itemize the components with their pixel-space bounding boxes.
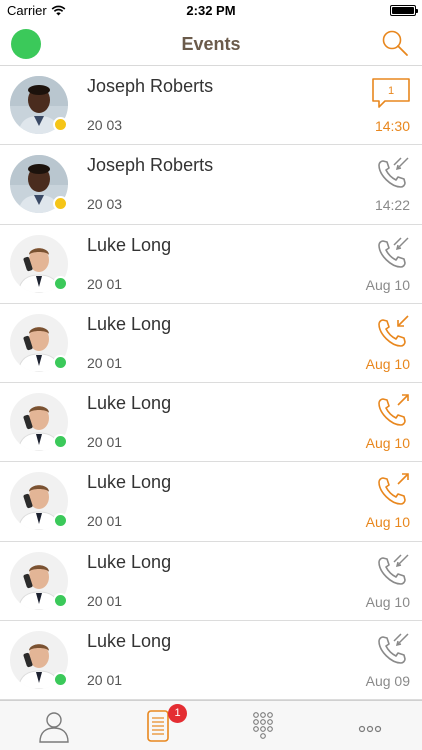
missed-call-icon[interactable] [370, 233, 412, 275]
contact-extension: 20 01 [87, 434, 123, 451]
missed-call-icon[interactable] [370, 153, 412, 195]
contact-avatar[interactable] [10, 76, 68, 134]
event-time: Aug 10 [365, 355, 410, 372]
event-time: Aug 09 [365, 673, 410, 690]
contact-avatar[interactable] [10, 393, 68, 452]
event-row[interactable]: Joseph Roberts 20 03 1 14:30 [0, 66, 422, 146]
event-time: 14:22 [374, 197, 410, 214]
events-list: Joseph Roberts 20 03 1 14:30 Joseph Roberts 2… [0, 66, 422, 700]
page-title: Events [181, 34, 241, 54]
contact-extension: 20 01 [87, 672, 123, 689]
event-row[interactable]: Luke Long 20 01 Aug 10 [0, 542, 422, 622]
contact-name: Joseph Roberts [87, 155, 214, 176]
event-time: Aug 10 [365, 593, 410, 610]
contact-name: Luke Long [87, 313, 172, 334]
contact-avatar[interactable] [10, 631, 68, 690]
event-time: Aug 10 [365, 435, 410, 452]
search-icon[interactable] [378, 27, 412, 61]
more-icon[interactable] [350, 706, 390, 746]
contacts-icon[interactable] [34, 706, 74, 746]
event-row[interactable]: Luke Long 20 01 Aug 10 [0, 304, 422, 384]
contact-name: Luke Long [87, 631, 172, 652]
event-row[interactable]: Luke Long 20 01 Aug 10 [0, 383, 422, 463]
chat-unread-count: 1 [388, 85, 394, 97]
online-status-dot [53, 513, 68, 529]
status-bar: Carrier 2:32 PM [0, 0, 422, 22]
event-row[interactable]: Luke Long 20 01 Aug 10 [0, 462, 422, 542]
contact-name: Luke Long [87, 234, 172, 255]
outgoing-call-icon[interactable] [370, 470, 412, 512]
contact-avatar[interactable] [10, 234, 68, 293]
online-status-dot [53, 275, 68, 291]
incoming-call-icon[interactable] [370, 312, 412, 354]
missed-call-icon[interactable] [370, 550, 412, 592]
contact-extension: 20 01 [87, 354, 123, 371]
contact-avatar[interactable] [10, 551, 68, 610]
contact-name: Luke Long [87, 551, 172, 572]
event-time: Aug 10 [365, 276, 410, 293]
away-status-icon [53, 117, 68, 132]
online-status-dot [53, 434, 68, 450]
contact-extension: 20 03 [87, 117, 123, 133]
event-time: Aug 10 [365, 514, 410, 531]
keypad-icon[interactable] [243, 706, 283, 746]
event-row[interactable]: Luke Long 20 01 Aug 09 [0, 621, 422, 700]
tab-bar: 1 [0, 700, 422, 750]
contact-extension: 20 03 [87, 196, 123, 213]
contact-extension: 20 01 [87, 513, 123, 530]
contact-name: Luke Long [87, 393, 172, 414]
events-badge: 1 [168, 704, 187, 723]
contact-extension: 20 01 [87, 275, 123, 292]
clock: 2:32 PM [186, 3, 236, 18]
battery-icon [390, 5, 418, 16]
event-time: 14:30 [374, 118, 410, 134]
contact-extension: 20 01 [87, 592, 123, 609]
outgoing-call-icon[interactable] [370, 391, 412, 433]
chat-message-icon[interactable]: 1 [370, 74, 412, 116]
contact-avatar[interactable] [10, 155, 68, 214]
event-row[interactable]: Joseph Roberts 20 03 14:22 [0, 145, 422, 225]
contact-name: Luke Long [87, 472, 172, 493]
away-status-icon [53, 196, 68, 212]
online-status-dot [53, 672, 68, 688]
online-status-dot [53, 592, 68, 608]
contact-name: Joseph Roberts [87, 76, 214, 96]
event-row[interactable]: Luke Long 20 01 Aug 10 [0, 225, 422, 304]
contact-avatar[interactable] [10, 472, 68, 531]
online-status-dot [53, 354, 68, 370]
missed-call-icon[interactable] [370, 629, 412, 671]
navigation-bar: Events [0, 22, 422, 66]
contact-avatar[interactable] [10, 313, 68, 372]
